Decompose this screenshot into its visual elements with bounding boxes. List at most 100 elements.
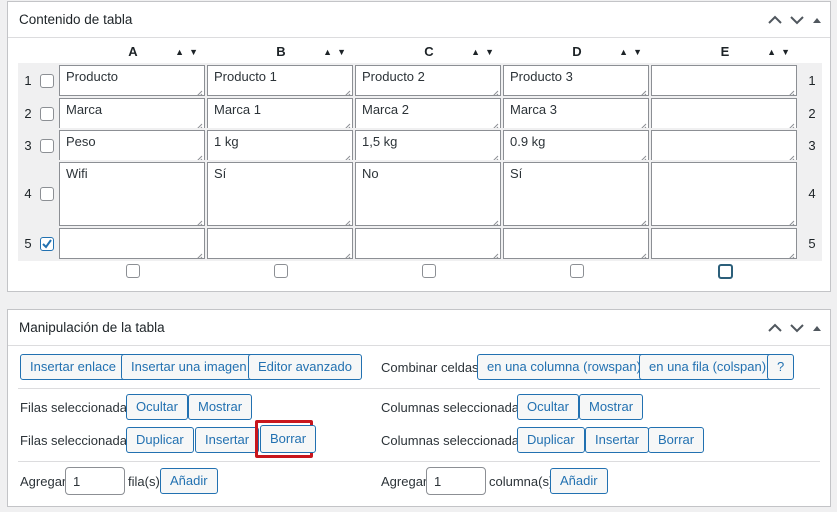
panel-controls	[768, 323, 822, 333]
column-select-checkbox[interactable]	[718, 264, 733, 279]
row-select-checkbox[interactable]	[40, 74, 54, 88]
colspan-button[interactable]: en una fila (colspan)	[639, 354, 777, 380]
resize-grip-icon[interactable]	[195, 216, 203, 225]
insert-link-button[interactable]: Insertar enlace	[20, 354, 126, 380]
table-cell-input[interactable]: Producto 2	[355, 65, 501, 96]
table-cell-input[interactable]: 1 kg	[207, 130, 353, 161]
row-select-checkbox[interactable]	[40, 187, 54, 201]
resize-grip-icon[interactable]	[195, 249, 203, 258]
duplicate-rows-button[interactable]: Duplicar	[126, 427, 194, 453]
table-cell-input[interactable]: Wifi	[59, 162, 205, 226]
insert-columns-button[interactable]: Insertar	[585, 427, 650, 453]
resize-grip-icon[interactable]	[639, 86, 647, 95]
table-cell-input[interactable]: Marca 1	[207, 98, 353, 129]
add-rows-count-input[interactable]	[65, 467, 125, 495]
duplicate-columns-button[interactable]: Duplicar	[517, 427, 585, 453]
resize-grip-icon[interactable]	[787, 249, 795, 258]
resize-grip-icon[interactable]	[787, 86, 795, 95]
resize-grip-icon[interactable]	[491, 216, 499, 225]
show-columns-button[interactable]: Mostrar	[579, 394, 644, 420]
rowspan-button[interactable]: en una columna (rowspan)	[477, 354, 651, 380]
table-cell-input[interactable]	[651, 65, 797, 96]
resize-grip-icon[interactable]	[491, 86, 499, 95]
delete-rows-button[interactable]: Borrar	[260, 425, 317, 453]
table-cell-input[interactable]	[651, 162, 797, 226]
resize-grip-icon[interactable]	[787, 151, 795, 160]
table-cell-input[interactable]: Producto 3	[503, 65, 649, 96]
sort-arrows-icon[interactable]: ▲▼	[175, 42, 203, 62]
panel-controls	[768, 15, 822, 25]
table-cell-input[interactable]	[355, 228, 501, 259]
table-cell-input[interactable]: Marca 2	[355, 98, 501, 129]
table-cell-input[interactable]: Sí	[503, 162, 649, 226]
resize-grip-icon[interactable]	[491, 249, 499, 258]
column-select-checkbox[interactable]	[274, 264, 288, 278]
sort-arrows-icon[interactable]: ▲▼	[323, 42, 351, 62]
resize-grip-icon[interactable]	[343, 119, 351, 128]
row-select-checkbox[interactable]	[40, 107, 54, 121]
resize-grip-icon[interactable]	[787, 216, 795, 225]
resize-grip-icon[interactable]	[343, 216, 351, 225]
table-row: 4 Wifi Sí No Sí 4	[18, 160, 822, 228]
sort-arrows-icon[interactable]: ▲▼	[767, 42, 795, 62]
table-cell-input[interactable]: 1,5 kg	[355, 130, 501, 161]
add-columns-count-input[interactable]	[426, 467, 486, 495]
table-cell-input[interactable]	[651, 228, 797, 259]
resize-grip-icon[interactable]	[491, 119, 499, 128]
hide-rows-button[interactable]: Ocultar	[126, 394, 188, 420]
move-down-icon[interactable]	[790, 15, 804, 25]
resize-grip-icon[interactable]	[343, 249, 351, 258]
row-number-right: 5	[808, 236, 816, 251]
move-up-icon[interactable]	[768, 15, 782, 25]
row-number: 4	[24, 186, 32, 201]
column-select-checkbox[interactable]	[570, 264, 584, 278]
table-cell-input[interactable]: 0.9 kg	[503, 130, 649, 161]
resize-grip-icon[interactable]	[639, 151, 647, 160]
move-up-icon[interactable]	[768, 323, 782, 333]
resize-grip-icon[interactable]	[639, 249, 647, 258]
table-cell-input[interactable]: Peso	[59, 130, 205, 161]
resize-grip-icon[interactable]	[195, 151, 203, 160]
collapse-toggle-icon[interactable]	[812, 16, 822, 24]
selected-rows-label: Filas seleccionadas:	[20, 400, 138, 415]
resize-grip-icon[interactable]	[491, 151, 499, 160]
sort-arrows-icon[interactable]: ▲▼	[619, 42, 647, 62]
table-cell-input[interactable]	[651, 98, 797, 129]
insert-rows-button[interactable]: Insertar	[195, 427, 260, 453]
table-cell-input[interactable]: Sí	[207, 162, 353, 226]
delete-columns-button[interactable]: Borrar	[648, 427, 705, 453]
resize-grip-icon[interactable]	[639, 216, 647, 225]
add-rows-label: Agregar	[20, 474, 67, 489]
row-number: 5	[24, 236, 32, 251]
help-button[interactable]: ?	[767, 354, 795, 380]
move-down-icon[interactable]	[790, 323, 804, 333]
hide-columns-button[interactable]: Ocultar	[517, 394, 579, 420]
table-cell-input[interactable]: No	[355, 162, 501, 226]
add-columns-button[interactable]: Añadir	[550, 468, 608, 494]
resize-grip-icon[interactable]	[639, 119, 647, 128]
resize-grip-icon[interactable]	[195, 119, 203, 128]
resize-grip-icon[interactable]	[343, 86, 351, 95]
table-cell-input[interactable]	[651, 130, 797, 161]
table-cell-input[interactable]: Producto	[59, 65, 205, 96]
table-cell-input[interactable]	[207, 228, 353, 259]
column-select-checkbox[interactable]	[422, 264, 436, 278]
resize-grip-icon[interactable]	[195, 86, 203, 95]
add-rows-button[interactable]: Añadir	[160, 468, 218, 494]
collapse-toggle-icon[interactable]	[812, 324, 822, 332]
table-cell-input[interactable]	[503, 228, 649, 259]
row-select-checkbox[interactable]	[40, 139, 54, 153]
column-header: E ▲▼	[651, 42, 799, 62]
advanced-editor-button[interactable]: Editor avanzado	[248, 354, 362, 380]
table-cell-input[interactable]: Marca	[59, 98, 205, 129]
table-cell-input[interactable]: Marca 3	[503, 98, 649, 129]
sort-arrows-icon[interactable]: ▲▼	[471, 42, 499, 62]
insert-image-button[interactable]: Insertar una imagen	[121, 354, 257, 380]
resize-grip-icon[interactable]	[787, 119, 795, 128]
column-select-checkbox[interactable]	[126, 264, 140, 278]
show-rows-button[interactable]: Mostrar	[188, 394, 253, 420]
row-select-checkbox[interactable]	[40, 237, 54, 251]
resize-grip-icon[interactable]	[343, 151, 351, 160]
table-cell-input[interactable]: Producto 1	[207, 65, 353, 96]
table-cell-input[interactable]	[59, 228, 205, 259]
